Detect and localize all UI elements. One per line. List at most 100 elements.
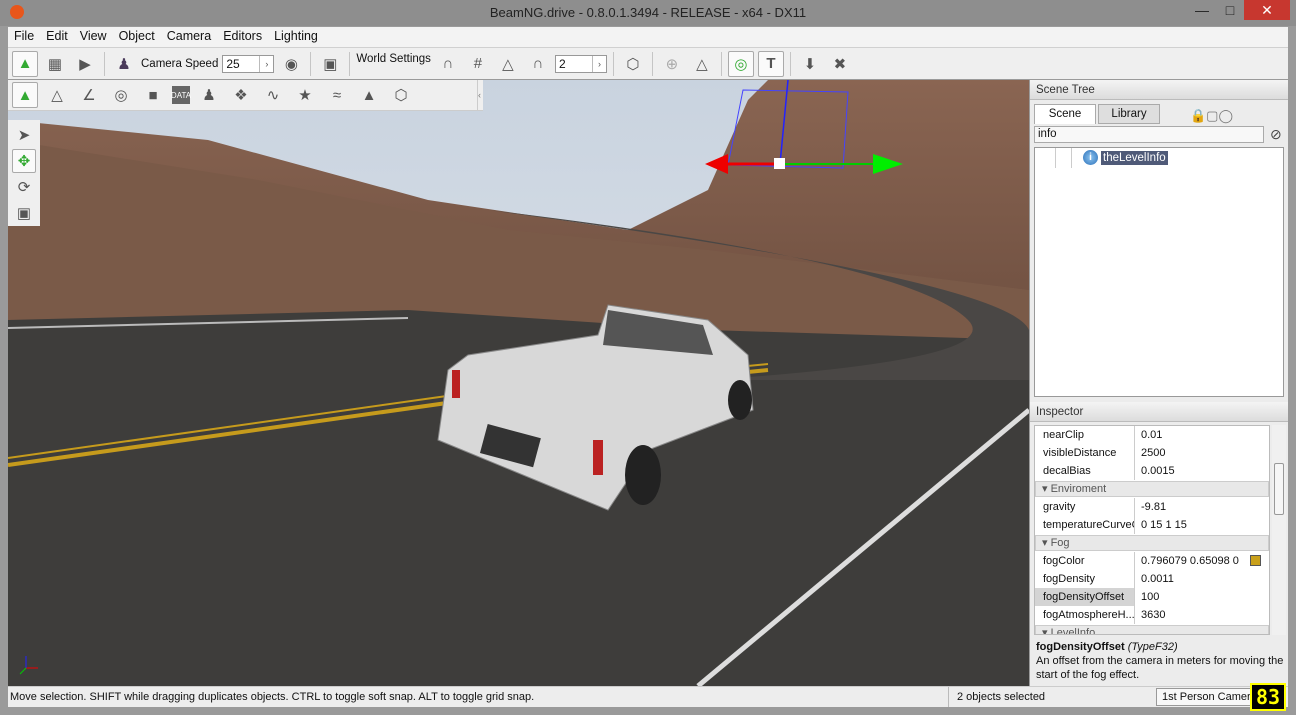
property-row[interactable]: fogColor 0.796079 0.65098 0 [1035, 552, 1269, 570]
menu-editors[interactable]: Editors [217, 27, 268, 47]
gizmo-tools: ➤ ✥ ⟳ ▣ [8, 120, 40, 226]
drop-at-camera-icon[interactable]: ✖ [827, 51, 853, 77]
clear-filter-icon[interactable]: ⊘ [1270, 126, 1282, 143]
select-box-icon[interactable]: ⬡ [620, 51, 646, 77]
property-value[interactable]: 0.0011 [1135, 570, 1269, 588]
property-value[interactable]: -9.81 [1135, 498, 1269, 516]
fog-color-swatch[interactable] [1250, 555, 1261, 566]
world-editor-icon[interactable]: ▲ [12, 50, 38, 77]
select-arrow-icon[interactable]: ➤ [12, 123, 36, 147]
inspector-panel: Inspector nearClip 0.01 visibleDistance 25… [1030, 402, 1288, 686]
camera-speed-value[interactable]: 25 [223, 56, 259, 72]
property-value[interactable]: 0.0015 [1135, 462, 1269, 480]
selection-count: 2 objects selected [948, 687, 1148, 707]
scene-tree-tabs: Scene Library 🔒▢◯ [1030, 100, 1288, 124]
grid-snap-icon[interactable]: # [465, 51, 491, 77]
object-center-icon[interactable]: ⊕ [659, 51, 685, 77]
terrain-painter-icon[interactable]: ∠ [76, 82, 102, 108]
property-row[interactable]: fogAtmosphereH... 3630 [1035, 606, 1269, 624]
scene-tree-view[interactable]: i theLevelInfo [1034, 147, 1284, 397]
scene-render[interactable] [8, 80, 1029, 686]
gui-editor-icon[interactable]: ▦ [42, 51, 68, 77]
axis-gizmo-icon[interactable]: △ [689, 51, 715, 77]
road-icon[interactable]: ≈ [324, 82, 350, 108]
menu-camera[interactable]: Camera [161, 27, 217, 47]
tab-scene[interactable]: Scene [1034, 104, 1096, 124]
minimize-button[interactable]: — [1188, 0, 1216, 20]
property-value[interactable]: 2500 [1135, 444, 1269, 462]
text-label-icon[interactable]: T [757, 50, 784, 77]
ai-icon[interactable]: ♟ [196, 82, 222, 108]
decal-icon[interactable]: ★ [292, 82, 318, 108]
property-row[interactable]: temperatureCurveC 0 15 1 15 [1035, 516, 1269, 534]
rotate-tool-icon[interactable]: ⟳ [12, 175, 36, 199]
property-value-wrap[interactable]: 0.796079 0.65098 0 [1135, 552, 1269, 570]
menu-edit[interactable]: Edit [40, 27, 74, 47]
tree-item-label[interactable]: theLevelInfo [1101, 150, 1168, 165]
camera-fit-icon[interactable]: ◎ [727, 50, 754, 77]
spin-arrow-icon[interactable]: › [591, 55, 606, 72]
maximize-button[interactable]: □ [1216, 0, 1244, 20]
property-row[interactable]: gravity -9.81 [1035, 498, 1269, 516]
object-editor-icon[interactable]: ▲ [12, 82, 38, 108]
window-controls: — □ ✕ [1188, 0, 1290, 20]
property-name: fogDensity [1035, 570, 1135, 588]
property-value[interactable]: 100 [1135, 588, 1269, 606]
property-value[interactable]: 0.01 [1135, 426, 1269, 444]
property-row[interactable]: fogDensity 0.0011 [1035, 570, 1269, 588]
menu-lighting[interactable]: Lighting [268, 27, 324, 47]
shape-icon[interactable]: ▲ [356, 82, 382, 108]
data-icon[interactable]: DATA [171, 86, 191, 104]
inspector-title: Inspector [1030, 402, 1288, 422]
magnet-icon[interactable]: ∩ [525, 51, 551, 77]
separator [720, 51, 722, 76]
menu-file[interactable]: File [8, 27, 40, 47]
tab-library[interactable]: Library [1098, 104, 1160, 124]
mesh-road-icon[interactable]: ■ [140, 82, 166, 108]
scrollbar-thumb[interactable] [1274, 463, 1284, 515]
property-row[interactable]: nearClip 0.01 [1035, 426, 1269, 444]
snap-value-input[interactable]: 2 › [554, 54, 607, 73]
scale-tool-icon[interactable]: ▣ [12, 201, 36, 225]
play-icon[interactable]: ▶ [72, 51, 98, 77]
group-enviroment[interactable]: ▾ Enviroment [1035, 481, 1269, 497]
menu-object[interactable]: Object [113, 27, 161, 47]
property-value[interactable]: 0 15 1 15 [1135, 516, 1269, 534]
world-settings-button[interactable]: World Settings [356, 53, 431, 65]
terrain-snap-icon[interactable]: △ [495, 51, 521, 77]
navmesh-icon[interactable]: ⬡ [388, 82, 414, 108]
move-tool-icon[interactable]: ✥ [12, 149, 36, 173]
forest-icon[interactable]: ❖ [228, 82, 254, 108]
lock-icon[interactable]: 🔒▢◯ [1190, 108, 1233, 124]
property-row[interactable]: fogDensityOffset 100 [1035, 588, 1269, 606]
camera-mode-select[interactable]: 1st Person Camera [1156, 688, 1256, 706]
property-row[interactable]: visibleDistance 2500 [1035, 444, 1269, 462]
camera-person-icon[interactable]: ♟ [111, 51, 137, 77]
property-name: fogDensityOffset [1035, 588, 1135, 606]
terrain-editor-icon[interactable]: △ [44, 82, 70, 108]
river-icon[interactable]: ∿ [260, 82, 286, 108]
3d-viewport[interactable] [8, 80, 1029, 686]
scene-filter-input[interactable]: info [1034, 126, 1264, 143]
visibility-eye-icon[interactable]: ◉ [278, 51, 304, 77]
menu-view[interactable]: View [74, 27, 113, 47]
property-row[interactable]: decalBias 0.0015 [1035, 462, 1269, 480]
group-levelinfo[interactable]: ▾ LevelInfo [1035, 625, 1269, 635]
drop-object-icon[interactable]: ⬇ [797, 51, 823, 77]
group-fog[interactable]: ▾ Fog [1035, 535, 1269, 551]
property-value[interactable]: 3630 [1135, 606, 1269, 624]
screenshot-icon[interactable]: ▣ [317, 51, 343, 77]
spin-arrow-icon[interactable]: › [259, 55, 273, 72]
sky-icon[interactable]: ◎ [108, 82, 134, 108]
tree-item-level-info[interactable]: i theLevelInfo [1083, 150, 1168, 165]
group-label: LevelInfo [1050, 627, 1096, 635]
snap-value[interactable]: 2 [556, 56, 592, 72]
title-bar: BeamNG.drive - 0.8.0.1.3494 - RELEASE - … [0, 0, 1296, 26]
close-button[interactable]: ✕ [1244, 0, 1290, 20]
inspector-scrollbar[interactable] [1272, 425, 1286, 635]
property-value[interactable]: 0.796079 0.65098 0 [1141, 555, 1239, 567]
inspector-properties[interactable]: nearClip 0.01 visibleDistance 2500 decalBi… [1034, 425, 1270, 635]
collapse-handle[interactable]: ‹ [477, 80, 483, 110]
snap-tool-icon[interactable]: ∩ [435, 51, 461, 77]
camera-speed-input[interactable]: 25 › [222, 54, 275, 73]
